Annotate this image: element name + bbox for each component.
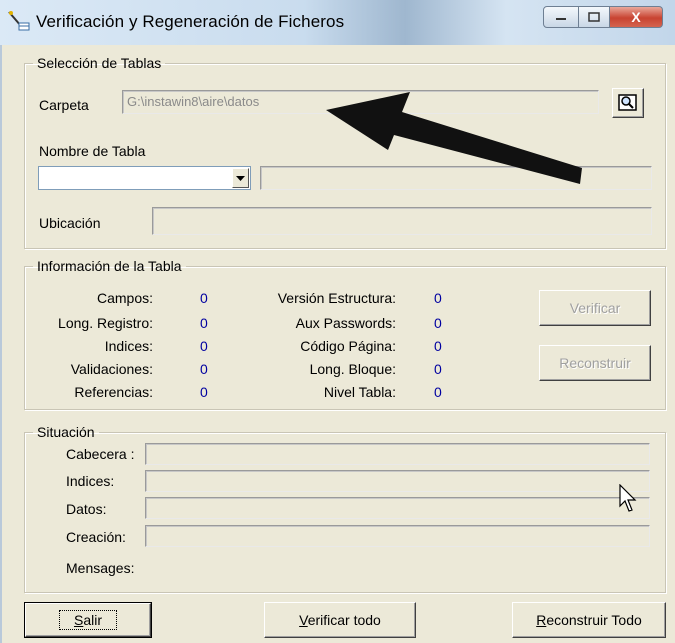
minimize-button[interactable] xyxy=(543,6,579,28)
reconstruir-todo-label: Reconstruir Todo xyxy=(536,612,642,628)
campos-value: 0 xyxy=(200,290,208,306)
minimize-icon xyxy=(556,18,566,20)
creacion-field xyxy=(145,525,650,547)
folder-search-icon xyxy=(618,94,637,111)
ubicacion-field[interactable] xyxy=(152,207,652,235)
indices-label: Indices: xyxy=(104,338,153,354)
version-estructura-value: 0 xyxy=(434,290,442,306)
datos-field xyxy=(145,497,650,519)
creacion-label: Creación: xyxy=(66,529,126,545)
verificar-todo-label: Verificar todo xyxy=(299,612,381,628)
title-bar[interactable]: Verificación y Regeneración de Ficheros … xyxy=(0,0,675,45)
campos-label: Campos: xyxy=(96,290,153,306)
long-bloque-label: Long. Bloque: xyxy=(309,361,396,377)
indices-value: 0 xyxy=(200,338,208,354)
seleccion-tablas-legend: Selección de Tablas xyxy=(37,55,162,71)
dialog-body: Selección de Tablas Carpeta G:\instawin8… xyxy=(0,45,675,643)
chevron-down-icon xyxy=(236,175,245,181)
nivel-tabla-value: 0 xyxy=(434,384,442,400)
indices-status-label: Indices: xyxy=(66,473,115,489)
close-button[interactable]: X xyxy=(610,6,663,28)
cabecera-field xyxy=(145,443,650,465)
validaciones-value: 0 xyxy=(200,361,208,377)
reconstruir-button[interactable]: Reconstruir xyxy=(539,345,651,381)
salir-label: Salir xyxy=(58,610,117,630)
mensages-label: Mensages: xyxy=(66,560,135,576)
aux-passwords-label: Aux Passwords: xyxy=(295,315,396,331)
table-wand-icon xyxy=(8,11,30,31)
codigo-pagina-value: 0 xyxy=(434,338,442,354)
long-registro-label: Long. Registro: xyxy=(58,315,153,331)
datos-label: Datos: xyxy=(66,501,107,517)
close-icon: X xyxy=(631,9,641,25)
long-bloque-value: 0 xyxy=(434,361,442,377)
validaciones-label: Validaciones: xyxy=(70,361,153,377)
salir-button[interactable]: Salir xyxy=(24,602,152,638)
referencias-label: Referencias: xyxy=(74,384,153,400)
nombre-tabla-description-field[interactable] xyxy=(260,166,652,190)
maximize-icon xyxy=(588,12,600,22)
cabecera-label: Cabecera : xyxy=(66,446,135,462)
reconstruir-todo-button[interactable]: Reconstruir Todo xyxy=(512,602,666,638)
maximize-button[interactable] xyxy=(579,6,610,28)
nivel-tabla-label: Nivel Tabla: xyxy=(323,384,396,400)
carpeta-field[interactable]: G:\instawin8\aire\datos xyxy=(122,90,599,114)
situacion-legend: Situación xyxy=(37,424,95,440)
aux-passwords-value: 0 xyxy=(434,315,442,331)
nombre-tabla-select[interactable] xyxy=(38,166,251,190)
version-estructura-label: Versión Estructura: xyxy=(277,290,396,306)
codigo-pagina-label: Código Página: xyxy=(300,338,396,354)
window-title: Verificación y Regeneración de Ficheros xyxy=(36,12,345,31)
browse-folder-button[interactable] xyxy=(612,88,644,118)
informacion-tabla-legend: Información de la Tabla xyxy=(37,258,182,274)
nombre-tabla-dropdown-button[interactable] xyxy=(232,168,249,188)
ubicacion-label: Ubicación xyxy=(39,215,101,231)
referencias-value: 0 xyxy=(200,384,208,400)
verificar-todo-button[interactable]: Verificar todo xyxy=(264,602,416,638)
verificar-button[interactable]: Verificar xyxy=(539,290,651,326)
mouse-pointer-icon xyxy=(619,484,637,512)
long-registro-value: 0 xyxy=(200,315,208,331)
carpeta-label: Carpeta xyxy=(39,97,89,113)
nombre-tabla-label: Nombre de Tabla xyxy=(39,143,146,159)
indices-status-field xyxy=(145,470,650,492)
